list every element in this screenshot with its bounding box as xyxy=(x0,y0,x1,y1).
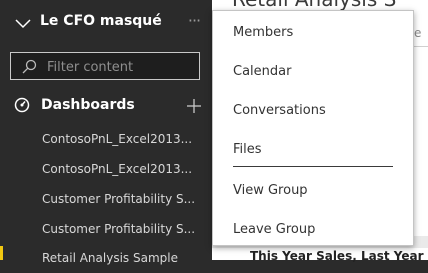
menu-item-label: View Group xyxy=(233,183,308,198)
dashboard-item-label: ContosoPnL_Excel2013... xyxy=(42,162,193,176)
dashboards-section-header[interactable]: Dashboards xyxy=(0,92,212,120)
visual-title: This Year Sales, Last Year Sal xyxy=(250,249,428,263)
menu-divider xyxy=(233,166,393,167)
navigation-pane: Le CFO masqué ··· Dashboards ContosoPnL_… xyxy=(0,0,212,265)
dashboard-item[interactable]: ContosoPnL_Excel2013... xyxy=(0,124,212,154)
filter-search-box[interactable] xyxy=(10,52,200,80)
menu-item-view-group[interactable]: View Group xyxy=(213,171,413,209)
dashboard-item-label: Customer Profitability S... xyxy=(42,222,196,236)
dashboard-item[interactable]: Customer Profitability S... xyxy=(0,184,212,214)
menu-item-members[interactable]: Members xyxy=(213,13,413,51)
menu-item-label: Leave Group xyxy=(233,222,316,237)
dashboard-item[interactable]: Retail Analysis Sample xyxy=(0,243,212,273)
dashboard-item-label: Customer Profitability S... xyxy=(42,192,196,206)
search-icon xyxy=(22,59,37,74)
dashboard-item-label: Retail Analysis Sample xyxy=(42,251,178,265)
menu-item-files[interactable]: Files xyxy=(213,130,413,168)
dashboard-item[interactable]: ContosoPnL_Excel2013... xyxy=(0,154,212,184)
filter-content-input[interactable] xyxy=(45,56,199,78)
report-edge-text: e xyxy=(414,26,422,40)
more-options-icon[interactable]: ··· xyxy=(184,10,204,34)
workspace-header: Le CFO masqué ··· xyxy=(0,0,212,46)
menu-item-label: Conversations xyxy=(233,103,326,118)
dashboards-label: Dashboards xyxy=(41,97,135,113)
report-edge-divider xyxy=(414,46,428,47)
dashboard-gauge-icon xyxy=(14,97,30,113)
chevron-down-icon[interactable] xyxy=(14,14,32,32)
menu-item-calendar[interactable]: Calendar xyxy=(213,52,413,90)
menu-item-label: Files xyxy=(233,142,262,157)
menu-item-label: Calendar xyxy=(233,64,292,79)
menu-item-label: Members xyxy=(233,25,294,40)
workspace-title[interactable]: Le CFO masqué xyxy=(40,13,162,29)
menu-item-conversations[interactable]: Conversations xyxy=(213,91,413,129)
dashboard-item-label: ContosoPnL_Excel2013... xyxy=(42,132,193,146)
selected-item-indicator xyxy=(0,246,3,260)
dashboard-item[interactable]: Customer Profitability S... xyxy=(0,214,212,244)
add-dashboard-icon[interactable] xyxy=(186,98,202,114)
workspace-context-menu: Members Calendar Conversations Files Vie… xyxy=(212,10,414,246)
menu-item-leave-group[interactable]: Leave Group xyxy=(213,210,413,248)
